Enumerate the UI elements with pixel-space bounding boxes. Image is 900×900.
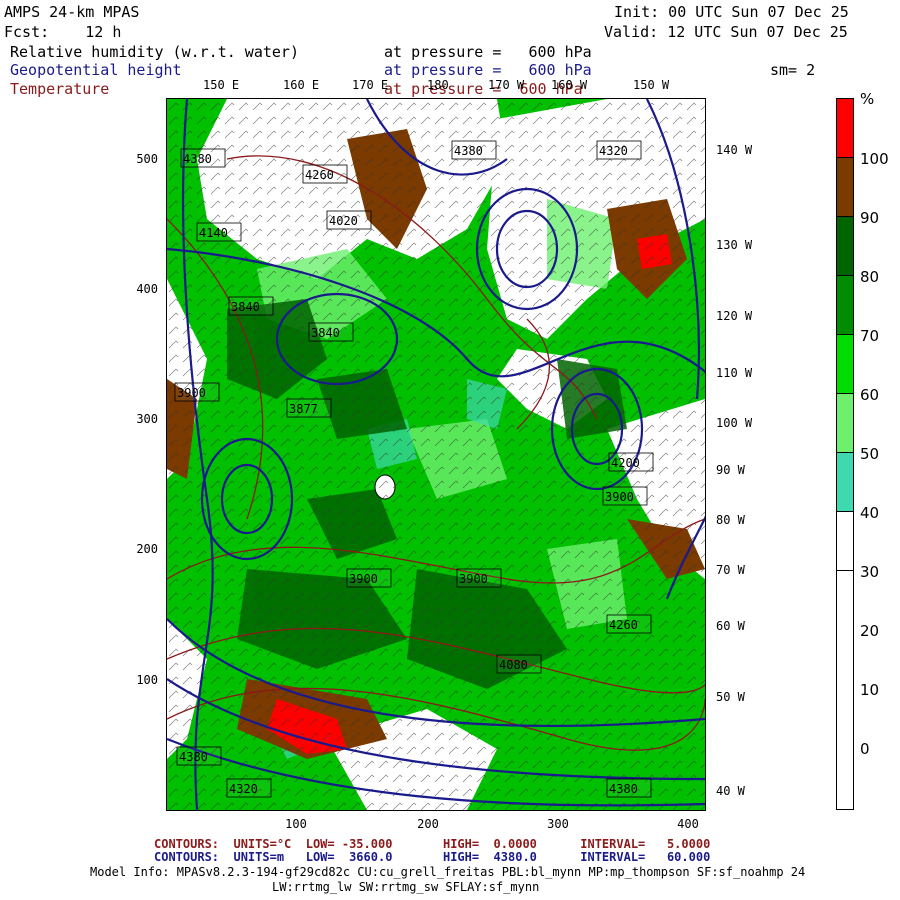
contour-label: 4380 bbox=[179, 750, 208, 764]
top-lon-label: 180 bbox=[427, 78, 449, 92]
right-lon-label: 100 W bbox=[716, 416, 753, 430]
model-info-physics: LW:rrtmg_lw SW:rrtmg_sw SFLAY:sf_mynn bbox=[272, 880, 540, 894]
colorbar-label: 70 bbox=[860, 327, 880, 345]
right-lon-label: 70 W bbox=[716, 563, 745, 577]
contour-label: 4020 bbox=[329, 214, 358, 228]
colorbar-label: 30 bbox=[860, 563, 880, 581]
right-lon-label: 80 W bbox=[716, 513, 745, 527]
colorbar-label: 20 bbox=[860, 622, 880, 640]
right-lon-label: 110 W bbox=[716, 366, 753, 380]
contour-label: 3900 bbox=[605, 490, 634, 504]
temperature-contour-info: CONTOURS: UNITS=°C LOW= -35.000 HIGH= 0.… bbox=[154, 837, 711, 851]
colorbar-unit: % bbox=[860, 90, 875, 108]
valid-time: Valid: 12 UTC Sun 07 Dec 25 bbox=[604, 23, 848, 41]
contour-label: 3840 bbox=[311, 326, 340, 340]
colorbar-segment bbox=[836, 393, 854, 454]
top-lon-label: 160 E bbox=[283, 78, 320, 92]
colorbar-label: 40 bbox=[860, 504, 880, 522]
colorbar-label: 50 bbox=[860, 445, 880, 463]
contour-label: 4380 bbox=[454, 144, 483, 158]
rh-pressure-label: at pressure = 600 hPa bbox=[384, 43, 592, 61]
rh-map-panel: 4380 4380 4320 4260 4020 4140 3840 3840 … bbox=[166, 98, 706, 811]
right-lon-label: 90 W bbox=[716, 463, 745, 477]
x-tick-label: 400 bbox=[677, 817, 699, 831]
contour-label: 4200 bbox=[611, 456, 640, 470]
gph-field-label: Geopotential height bbox=[10, 61, 182, 79]
height-contour-info: CONTOURS: UNITS=m LOW= 3660.0 HIGH= 4380… bbox=[154, 850, 711, 864]
contour-label: 3900 bbox=[459, 572, 488, 586]
colorbar-segment bbox=[836, 511, 854, 572]
forecast-hour: Fcst: 12 h bbox=[4, 23, 122, 41]
y-tick-label: 100 bbox=[136, 673, 158, 687]
contour-label: 4320 bbox=[229, 782, 258, 796]
init-time: Init: 00 UTC Sun 07 Dec 25 bbox=[614, 3, 849, 21]
contour-label: 3840 bbox=[231, 300, 260, 314]
right-lon-label: 60 W bbox=[716, 619, 745, 633]
colorbar-label: 0 bbox=[860, 740, 870, 758]
gph-pressure-label: at pressure = 600 hPa bbox=[384, 61, 592, 79]
right-lon-label: 40 W bbox=[716, 784, 745, 798]
contour-label: 4260 bbox=[609, 618, 638, 632]
right-lon-label: 140 W bbox=[716, 143, 753, 157]
colorbar-label: 80 bbox=[860, 268, 880, 286]
colorbar-segment bbox=[836, 275, 854, 336]
right-lon-label: 120 W bbox=[716, 309, 753, 323]
contour-label: 3877 bbox=[289, 402, 318, 416]
colorbar-label: 90 bbox=[860, 209, 880, 227]
rh-field-label: Relative humidity (w.r.t. water) bbox=[10, 43, 299, 61]
contour-label: 4320 bbox=[599, 144, 628, 158]
colorbar-label: 10 bbox=[860, 681, 880, 699]
contour-label: 4380 bbox=[609, 782, 638, 796]
temperature-field-label: Temperature bbox=[10, 80, 110, 98]
colorbar-segment bbox=[836, 334, 854, 395]
right-lon-label: 50 W bbox=[716, 690, 745, 704]
contour-label: 4260 bbox=[305, 168, 334, 182]
contour-label: 3900 bbox=[349, 572, 378, 586]
colorbar-label: 60 bbox=[860, 386, 880, 404]
y-tick-label: 400 bbox=[136, 282, 158, 296]
smoothing-label: sm= 2 bbox=[770, 61, 816, 79]
x-tick-label: 300 bbox=[547, 817, 569, 831]
right-lon-label: 130 W bbox=[716, 238, 753, 252]
contour-label: 4080 bbox=[499, 658, 528, 672]
colorbar-segment-dry bbox=[836, 570, 854, 810]
top-lon-label: 170 W bbox=[488, 78, 525, 92]
y-tick-label: 300 bbox=[136, 412, 158, 426]
colorbar-segment bbox=[836, 98, 854, 159]
model-title: AMPS 24-km MPAS bbox=[4, 3, 140, 21]
y-tick-label: 500 bbox=[136, 152, 158, 166]
contour-label: 4380 bbox=[183, 152, 212, 166]
colorbar-segment bbox=[836, 452, 854, 513]
colorbar-segment bbox=[836, 216, 854, 277]
colorbar-segment bbox=[836, 157, 854, 218]
x-tick-label: 100 bbox=[285, 817, 307, 831]
y-tick-label: 200 bbox=[136, 542, 158, 556]
model-info: Model Info: MPASv8.2.3-194-gf29cd82c CU:… bbox=[90, 865, 806, 879]
top-lon-label: 150 E bbox=[203, 78, 240, 92]
top-lon-label: 170 E bbox=[352, 78, 389, 92]
contour-label: 4140 bbox=[199, 226, 228, 240]
top-lon-label: 160 W bbox=[551, 78, 588, 92]
weather-map-svg bbox=[167, 99, 705, 810]
top-lon-label: 150 W bbox=[633, 78, 670, 92]
colorbar-label: 100 bbox=[860, 150, 889, 168]
x-tick-label: 200 bbox=[417, 817, 439, 831]
contour-label: 3900 bbox=[177, 386, 206, 400]
